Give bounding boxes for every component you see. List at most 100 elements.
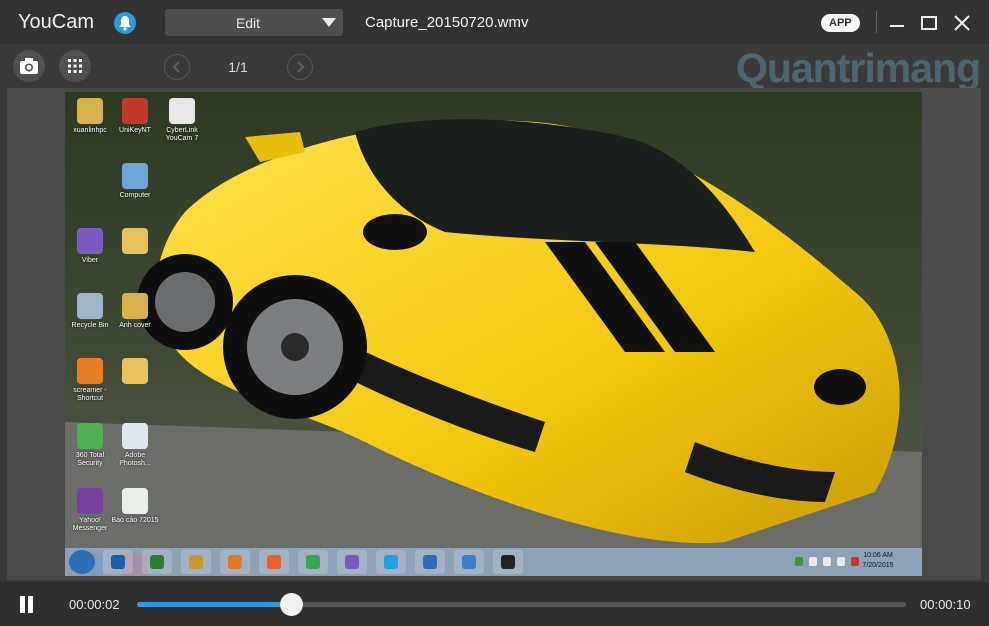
tray-icon xyxy=(795,557,803,566)
taskbar-app-icon xyxy=(306,555,320,569)
preview-area: xuanlinhpc UniKeyNT CyberLink YouCam 7 Comp… xyxy=(7,88,981,580)
desktop-icon[interactable] xyxy=(110,358,160,387)
taskbar-app-icon xyxy=(423,555,437,569)
app-icon xyxy=(122,488,148,514)
taskbar-app-icon xyxy=(501,555,515,569)
page-indicator: 1/1 xyxy=(228,59,248,75)
desktop-icon-label: 360 Total Security xyxy=(75,452,105,467)
taskbar-item[interactable] xyxy=(103,550,133,574)
windows-taskbar: 10:06 AM 7/20/2015 xyxy=(65,548,922,576)
app-icon xyxy=(77,293,103,319)
app-icon xyxy=(122,358,148,384)
tray-icon xyxy=(837,557,845,566)
seek-bar[interactable] xyxy=(137,593,906,616)
youcam-window: YouCam Edit Capture_20150720.wmv APP 1/1… xyxy=(0,0,989,626)
app-title: YouCam xyxy=(18,11,94,33)
app-icon xyxy=(169,98,195,124)
taskbar-app-icon xyxy=(111,555,125,569)
notification-bell-icon[interactable] xyxy=(114,12,136,34)
desktop-icon[interactable]: UniKeyNT xyxy=(110,98,160,135)
edit-dropdown[interactable]: Edit xyxy=(165,9,343,36)
taskbar-item[interactable] xyxy=(181,550,211,574)
desktop-icon-label: Anh cover xyxy=(119,322,151,329)
app-button[interactable]: APP xyxy=(821,14,860,32)
desktop-icon[interactable]: Computer xyxy=(110,163,160,200)
app-icon xyxy=(122,98,148,124)
desktop-icon-label: xuanlinhpc xyxy=(73,127,107,134)
current-time: 00:00:02 xyxy=(69,597,120,612)
seek-handle[interactable] xyxy=(279,593,303,616)
desktop-icon[interactable]: xuanlinhpc xyxy=(65,98,115,135)
clock-date: 7/20/2015 xyxy=(862,562,894,569)
pause-icon[interactable] xyxy=(18,596,36,614)
taskbar-clock[interactable]: 10:06 AM 7/20/2015 xyxy=(852,551,904,571)
maximize-icon[interactable] xyxy=(918,12,940,34)
previous-icon[interactable] xyxy=(164,54,190,80)
next-icon[interactable] xyxy=(287,54,313,80)
desktop-icon-label: Computer xyxy=(119,192,151,199)
chevron-down-icon xyxy=(322,18,336,27)
desktop-icon-label: Báo cáo 72015 xyxy=(111,517,159,524)
taskbar-item[interactable] xyxy=(376,550,406,574)
desktop-icon[interactable]: Báo cáo 72015 xyxy=(110,488,160,525)
taskbar-item[interactable] xyxy=(220,550,250,574)
app-icon xyxy=(77,228,103,254)
toolbar: 1/1 Quantrimang xyxy=(0,44,989,91)
desktop-icon-label: UniKeyNT xyxy=(119,127,151,134)
player-controls: 00:00:02 00:00:10 xyxy=(0,582,989,626)
taskbar-item[interactable] xyxy=(454,550,484,574)
watermark-logo: Quantrimang xyxy=(736,45,981,91)
desktop-icon[interactable]: screamer - Shortcut xyxy=(65,358,115,403)
desktop-icon[interactable]: Adobe Photosh... xyxy=(110,423,160,468)
close-icon[interactable] xyxy=(951,12,973,34)
seek-progress xyxy=(137,602,291,607)
taskbar-app-icon xyxy=(228,555,242,569)
desktop-icon[interactable]: Anh cover xyxy=(110,293,160,330)
desktop-icon-label: screamer - Shortcut xyxy=(73,387,107,402)
clock-time: 10:06 AM xyxy=(863,552,893,559)
start-button-icon[interactable] xyxy=(69,550,95,574)
app-icon xyxy=(77,488,103,514)
video-frame[interactable]: xuanlinhpc UniKeyNT CyberLink YouCam 7 Comp… xyxy=(65,92,922,576)
taskbar-app-icon xyxy=(345,555,359,569)
minimize-icon[interactable] xyxy=(886,12,908,34)
title-divider xyxy=(876,11,877,33)
desktop-icon[interactable] xyxy=(110,228,160,257)
taskbar-app-icon xyxy=(384,555,398,569)
edit-dropdown-label: Edit xyxy=(235,15,261,31)
desktop-icon[interactable]: Recycle Bin xyxy=(65,293,115,330)
taskbar-app-icon xyxy=(462,555,476,569)
taskbar-item[interactable] xyxy=(415,550,445,574)
taskbar-app-icon xyxy=(189,555,203,569)
grid-view-icon[interactable] xyxy=(59,50,91,82)
tray-icon xyxy=(823,557,831,566)
app-icon xyxy=(122,228,148,254)
taskbar-item[interactable] xyxy=(493,550,523,574)
title-bar: YouCam Edit Capture_20150720.wmv APP xyxy=(0,0,989,44)
app-icon xyxy=(77,98,103,124)
desktop-icon-label: Viber xyxy=(81,257,99,264)
app-icon xyxy=(77,423,103,449)
taskbar-item[interactable] xyxy=(337,550,367,574)
taskbar-app-icon xyxy=(150,555,164,569)
app-icon xyxy=(122,163,148,189)
app-icon xyxy=(122,423,148,449)
desktop-icon-label: CyberLink YouCam 7 xyxy=(165,127,199,142)
tray-icon xyxy=(809,557,817,566)
car-wallpaper-image xyxy=(65,92,922,576)
app-icon xyxy=(122,293,148,319)
desktop-icon[interactable]: CyberLink YouCam 7 xyxy=(157,98,207,143)
desktop-icon-label: Recycle Bin xyxy=(71,322,109,329)
taskbar-app-icon xyxy=(267,555,281,569)
desktop-icon[interactable]: 360 Total Security xyxy=(65,423,115,468)
desktop-icon[interactable]: Yahoo! Messenger xyxy=(65,488,115,533)
desktop-icon-label: Yahoo! Messenger xyxy=(72,517,108,532)
taskbar-item[interactable] xyxy=(142,550,172,574)
camera-icon[interactable] xyxy=(13,50,45,82)
taskbar-item[interactable] xyxy=(259,550,289,574)
desktop-icon-label: Adobe Photosh... xyxy=(119,452,151,467)
app-icon xyxy=(77,358,103,384)
taskbar-item[interactable] xyxy=(298,550,328,574)
file-name: Capture_20150720.wmv xyxy=(365,14,529,31)
desktop-icon[interactable]: Viber xyxy=(65,228,115,265)
